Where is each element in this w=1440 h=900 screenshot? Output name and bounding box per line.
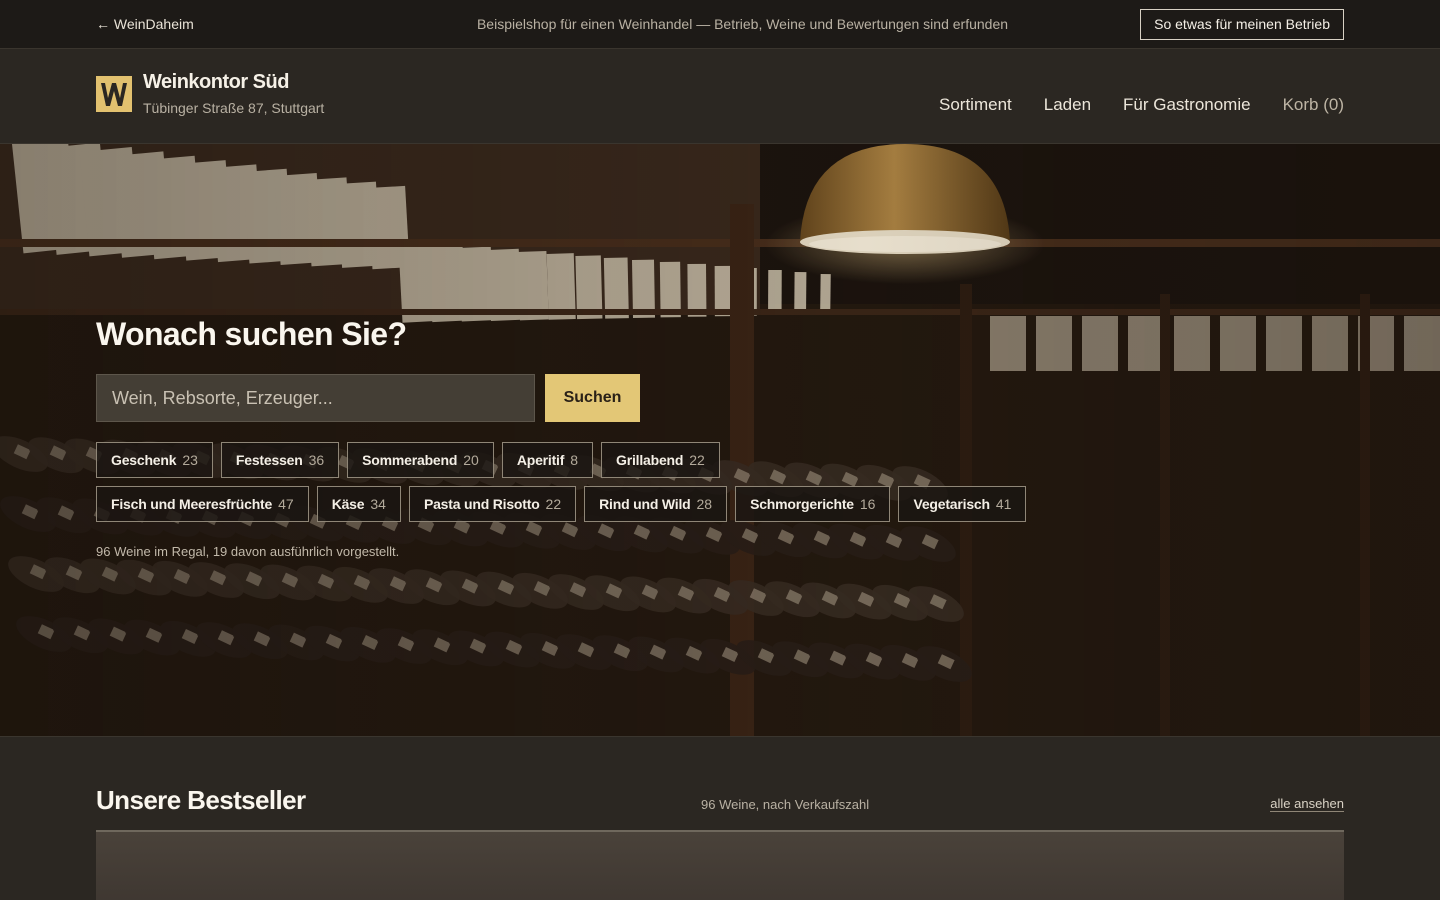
chip-kaese[interactable]: Käse 34 (316, 486, 401, 522)
hero-overlay (0, 144, 1440, 736)
chip-aperitif[interactable]: Aperitif 8 (501, 442, 594, 478)
chip-count: 16 (859, 496, 876, 512)
chip-count: 36 (308, 452, 325, 468)
chip-count: 23 (182, 452, 198, 468)
chip-vegetarisch[interactable]: Vegetarisch 41 (898, 486, 1027, 522)
chip-label: Vegetarisch (913, 496, 990, 512)
demo-bar: ← WeinDaheim Beispielshop für einen Wein… (0, 0, 1440, 49)
chip-label: Festessen (235, 452, 303, 468)
chip-schmorgerichte[interactable]: Schmorgerichte 16 (735, 486, 891, 522)
nav-laden[interactable]: Laden (1044, 95, 1091, 115)
chip-count: 47 (278, 496, 294, 512)
chip-count: 22 (689, 452, 705, 468)
nav-sortiment[interactable]: Sortiment (939, 95, 1012, 115)
chip-label: Sommerabend (362, 452, 458, 468)
chip-label: Grillabend (616, 452, 684, 468)
catalog-stats: 96 Weine im Regal, 19 davon ausführlich … (96, 544, 400, 559)
chip-label: Rind und Wild (599, 496, 691, 512)
chip-count: 20 (463, 452, 479, 468)
bestseller-subtitle: 96 Weine, nach Verkaufszahl (701, 797, 870, 812)
hero-title: Wonach suchen Sie? (96, 316, 407, 352)
chip-label: Aperitif (516, 452, 565, 468)
chip-pasta[interactable]: Pasta und Risotto 22 (408, 486, 577, 522)
chip-grillabend[interactable]: Grillabend 22 (601, 442, 720, 478)
chip-count: 28 (696, 496, 713, 512)
search-button[interactable]: Suchen (545, 374, 640, 422)
nav-gastronomie[interactable]: Für Gastronomie (1123, 95, 1251, 115)
chip-count: 8 (570, 452, 579, 468)
wine-search-input[interactable] (96, 374, 535, 422)
chip-count: 34 (370, 496, 386, 512)
occasion-chip-row: Geschenk 23 Festessen 36 Sommerabend 20 Ape… (96, 442, 720, 478)
bestseller-section: Unsere Bestseller 96 Weine, nach Verkauf… (0, 738, 1440, 900)
main-nav: Sortiment Laden Für Gastronomie Korb (0) (939, 95, 1344, 115)
chip-label: Schmorgerichte (750, 496, 854, 512)
chip-festessen[interactable]: Festessen 36 (220, 442, 340, 478)
chip-label: Pasta und Risotto (423, 496, 540, 512)
chip-label: Fisch und Meeresfrüchte (111, 496, 273, 512)
shop-address: Tübinger Straße 87, Stuttgart (143, 100, 325, 116)
shop-header: Weinkontor Süd Tübinger Straße 87, Stutt… (0, 49, 1440, 144)
w-monogram-icon[interactable] (96, 76, 132, 112)
chip-rind-wild[interactable]: Rind und Wild 28 (584, 486, 728, 522)
chip-label: Geschenk (111, 452, 177, 468)
bestseller-card-image[interactable] (96, 832, 1344, 900)
chip-count: 22 (545, 496, 562, 512)
chip-fisch[interactable]: Fisch und Meeresfrüchte 47 (96, 486, 309, 522)
chip-sommerabend[interactable]: Sommerabend 20 (347, 442, 494, 478)
business-inquiry-button[interactable]: So etwas für meinen Betrieb (1140, 9, 1344, 40)
shop-name[interactable]: Weinkontor Süd (143, 71, 289, 94)
bestseller-title: Unsere Bestseller (96, 785, 306, 815)
nav-cart[interactable]: Korb (0) (1283, 95, 1344, 115)
view-all-link[interactable]: alle ansehen (1270, 796, 1344, 812)
chip-label: Käse (331, 496, 365, 512)
chip-count: 41 (995, 496, 1012, 512)
chip-geschenk[interactable]: Geschenk 23 (96, 442, 213, 478)
hero-section: Wonach suchen Sie? Suchen Geschenk 23 Fes… (0, 144, 1440, 737)
food-chip-row: Fisch und Meeresfrüchte 47 Käse 34 Pasta u… (96, 486, 1027, 522)
